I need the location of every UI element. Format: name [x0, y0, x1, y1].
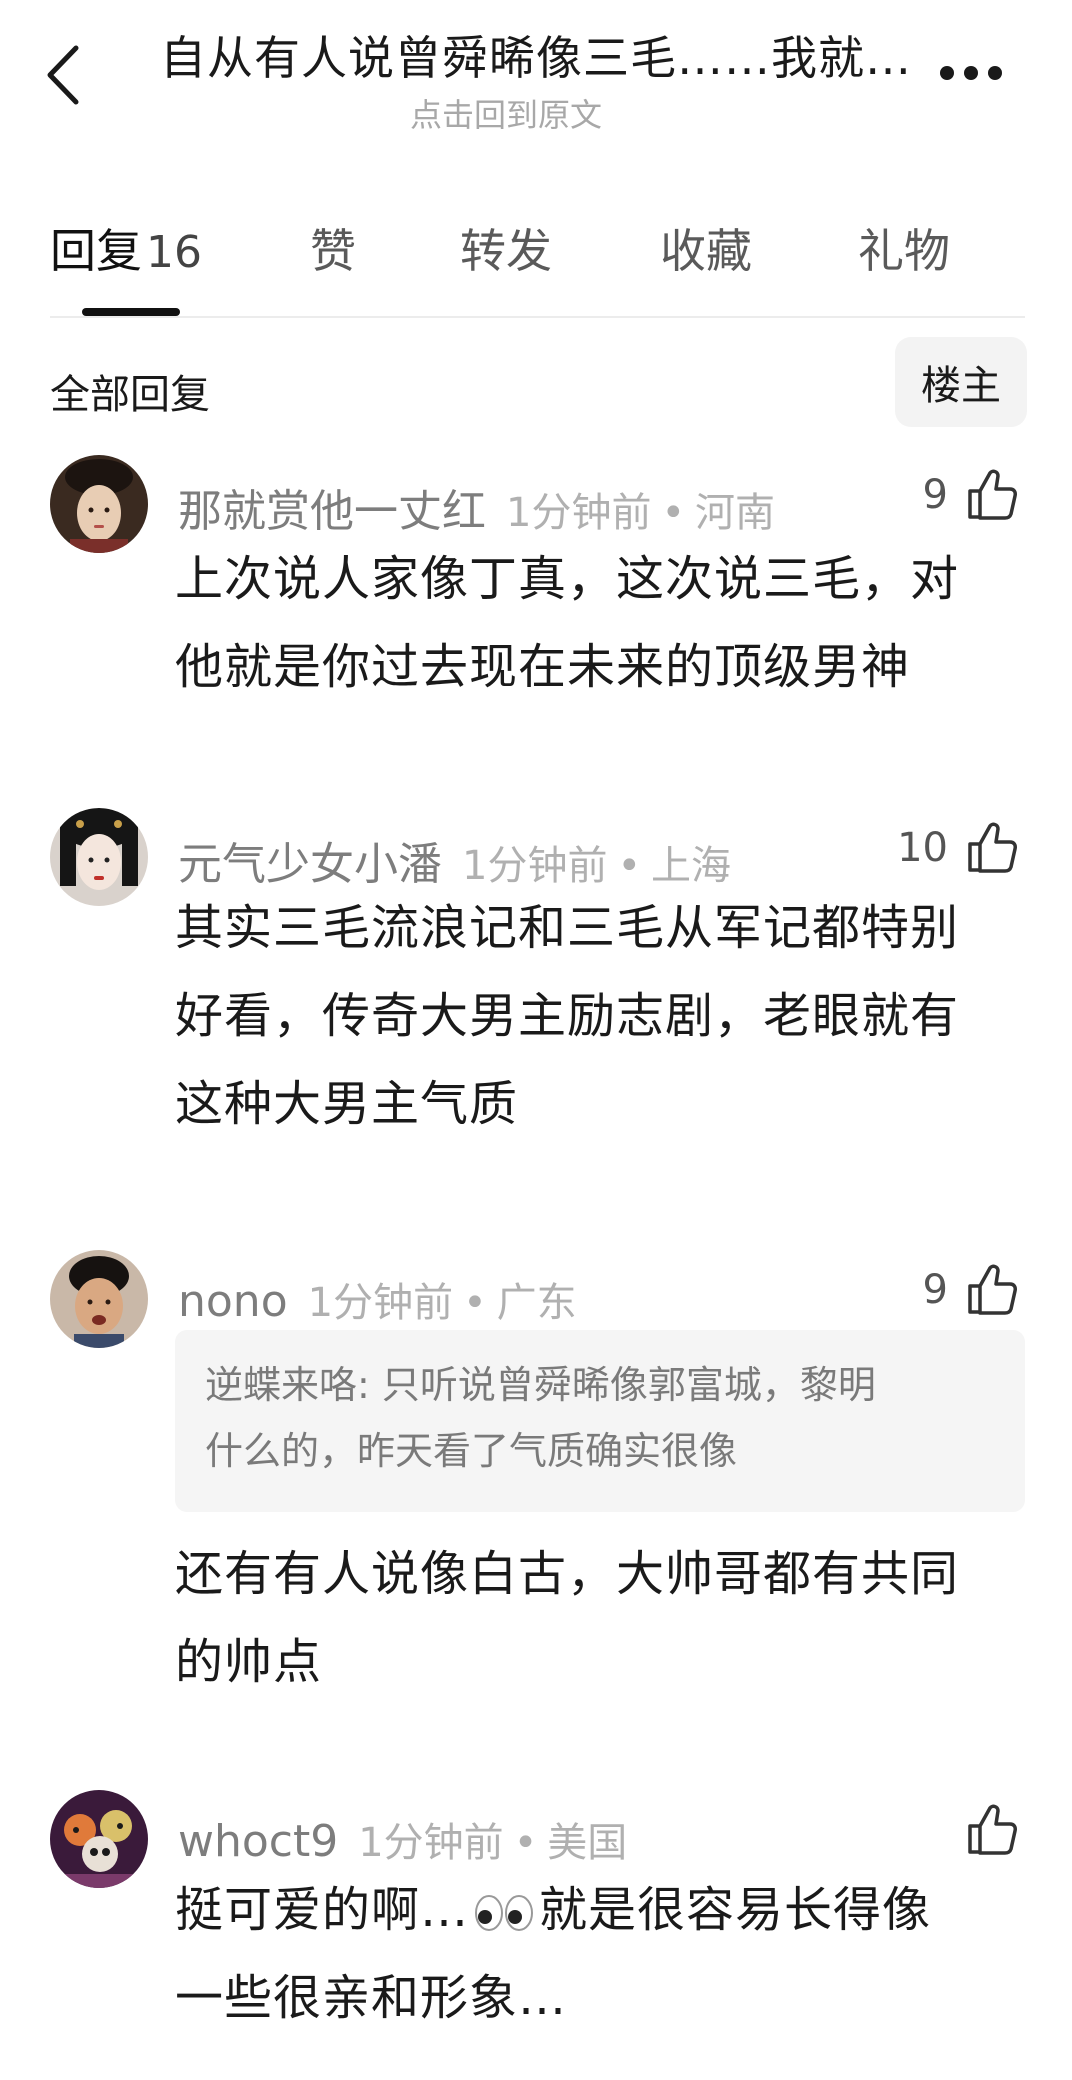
ip-location: 广东: [496, 1280, 577, 1326]
like-button[interactable]: 9: [923, 1262, 1020, 1318]
separator-dot: •: [513, 1820, 538, 1866]
username[interactable]: nono: [178, 1276, 288, 1327]
quote-text: 只听说曾舜晞像郭富城，黎明: [381, 1363, 876, 1407]
username[interactable]: whoct9: [178, 1816, 338, 1867]
thumbs-up-icon: [968, 822, 1017, 873]
like-count: 9: [922, 1267, 948, 1313]
comment-line: 上次说人家像丁真，这次说三毛，对: [175, 551, 960, 607]
eyes-emoji-icon: [475, 1895, 534, 1931]
comment-line: 好看，传奇大男主励志剧，老眼就有: [175, 988, 960, 1044]
active-tab-indicator: [82, 308, 180, 316]
more-dot-icon: [940, 66, 954, 80]
comment-meta: 那就赏他一丈红 1分钟前 • 河南: [178, 475, 775, 539]
avatar[interactable]: [50, 1790, 148, 1888]
comment-body: 其实三毛流浪记和三毛从军记都特别 好看，传奇大男主励志剧，老眼就有 这种大男主气…: [175, 884, 1035, 1148]
avatar-image: [50, 1250, 148, 1348]
tab-replies[interactable]: 回复16: [50, 215, 202, 281]
avatar-image: [50, 808, 148, 906]
tab-replies-label: 回复: [50, 224, 142, 278]
comment-meta: nono 1分钟前 • 广东: [178, 1270, 577, 1328]
tab-favorites[interactable]: 收藏: [660, 215, 752, 281]
comment-meta: whoct9 1分钟前 • 美国: [178, 1810, 627, 1868]
like-count: 10: [897, 825, 948, 871]
comment-time: 1分钟前: [307, 1280, 454, 1326]
tab-bar: 回复16 赞 转发 收藏 礼物: [50, 215, 1030, 285]
like-button[interactable]: 9: [923, 467, 1020, 523]
comment-line: 还有有人说像白古，大帅哥都有共同: [175, 1546, 960, 1602]
like-button[interactable]: [948, 1802, 1020, 1858]
comment-text: 挺可爱的啊…: [175, 1882, 470, 1938]
comment-line: 一些很亲和形象…: [175, 1970, 568, 2026]
avatar[interactable]: [50, 808, 148, 906]
comment-line: 他就是你过去现在未来的顶级男神: [175, 639, 911, 695]
separator-dot: •: [617, 843, 642, 889]
comment-body: 上次说人家像丁真，这次说三毛，对 他就是你过去现在未来的顶级男神: [175, 535, 1035, 711]
comment-time: 1分钟前: [506, 490, 652, 536]
ip-location: 上海: [651, 843, 732, 889]
all-replies-label: 全部回复: [50, 372, 210, 418]
quote-colon: :: [357, 1363, 382, 1407]
like-count: 9: [922, 472, 948, 518]
ip-location: 美国: [547, 1820, 628, 1866]
quote-author[interactable]: 逆蝶来咯: [205, 1363, 357, 1407]
tab-gifts[interactable]: 礼物: [858, 215, 950, 281]
avatar[interactable]: [50, 455, 148, 553]
more-dot-icon: [964, 66, 978, 80]
page-title[interactable]: 自从有人说曾舜晞像三毛……我就…: [160, 22, 920, 88]
username[interactable]: 那就赏他一丈红: [178, 486, 486, 537]
more-options-button[interactable]: [940, 58, 1010, 88]
back-to-post-link[interactable]: 点击回到原文: [0, 90, 1072, 136]
comment-body: 挺可爱的啊… 就是很容易长得像 一些很亲和形象…: [175, 1866, 1035, 2042]
avatar[interactable]: [50, 1250, 148, 1348]
thumbs-up-icon: [968, 469, 1017, 520]
quote-line: 逆蝶来咯: 只听说曾舜晞像郭富城，黎明: [205, 1352, 995, 1418]
comment-text: 就是很容易长得像: [539, 1882, 932, 1938]
tab-reposts[interactable]: 转发: [460, 215, 552, 281]
comment-line: 挺可爱的啊… 就是很容易长得像: [175, 1866, 1035, 1954]
tab-likes[interactable]: 赞: [310, 215, 356, 281]
comment-line: 这种大男主气质: [175, 1076, 519, 1132]
comment-meta: 元气少女小潘 1分钟前 • 上海: [178, 828, 731, 892]
like-button[interactable]: 10: [897, 820, 1020, 876]
thumbs-up-icon: [968, 1264, 1017, 1315]
tab-replies-count: 16: [146, 227, 202, 278]
quoted-reply[interactable]: 逆蝶来咯: 只听说曾舜晞像郭富城，黎明 什么的，昨天看了气质确实很像: [175, 1330, 1025, 1512]
quote-line: 什么的，昨天看了气质确实很像: [205, 1429, 738, 1473]
separator-dot: •: [463, 1280, 487, 1326]
divider: [50, 316, 1025, 318]
separator-dot: •: [661, 490, 686, 536]
comment-body: 还有有人说像白古，大帅哥都有共同 的帅点: [175, 1530, 1035, 1706]
comment-line: 的帅点: [175, 1634, 323, 1690]
thumbs-up-icon: [968, 1804, 1017, 1855]
more-dot-icon: [988, 66, 1002, 80]
avatar-image: [50, 1790, 148, 1888]
comment-line: 其实三毛流浪记和三毛从军记都特别: [175, 900, 960, 956]
avatar-image: [50, 455, 148, 553]
comment-time: 1分钟前: [462, 843, 608, 889]
ip-location: 河南: [695, 490, 776, 536]
username[interactable]: 元气少女小潘: [178, 839, 442, 890]
comment-time: 1分钟前: [358, 1820, 504, 1866]
op-only-button[interactable]: 楼主: [895, 337, 1027, 427]
